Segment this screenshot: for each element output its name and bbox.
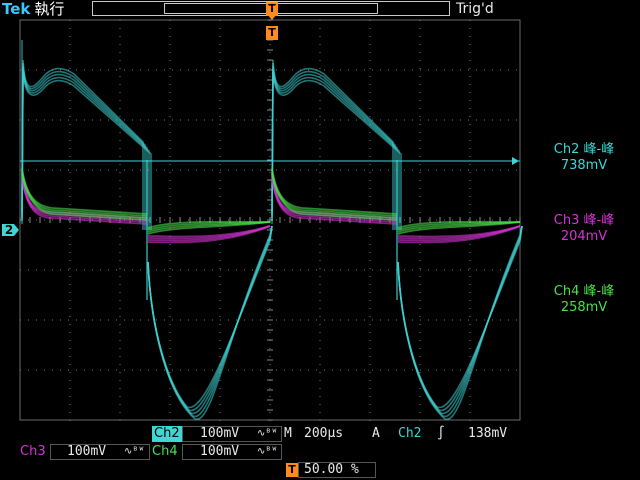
ch3-trace <box>271 173 521 240</box>
trigger-mode: A <box>372 426 380 441</box>
measurement-ch4: Ch4 峰-峰 258mV <box>528 284 640 316</box>
ch2-bw-icon: ∿ᴮᵂ <box>257 428 278 439</box>
ch3-trace <box>271 171 521 238</box>
trigger-position-value[interactable]: 50.00 % <box>304 462 359 478</box>
ch4-label[interactable]: Ch4 <box>150 444 180 460</box>
meas-ch4-value: 258mV <box>560 300 608 315</box>
timebase-label: M <box>284 426 292 441</box>
meas-ch2-label: 峰-峰 <box>583 142 615 157</box>
meas-ch3-value: 204mV <box>560 229 608 244</box>
meas-ch4-channel: Ch4 <box>553 284 580 299</box>
ch4-trace <box>271 173 521 235</box>
meas-ch4-label: 峰-峰 <box>583 284 615 299</box>
meas-ch3-label: 峰-峰 <box>583 213 615 228</box>
meas-ch2-value: 738mV <box>560 158 608 173</box>
measurement-ch3: Ch3 峰-峰 204mV <box>528 213 640 245</box>
ch3-scale[interactable]: 100mV <box>67 444 106 460</box>
waveform-traces <box>21 40 523 420</box>
trigger-level-marker <box>512 157 519 165</box>
ch4-trace <box>21 173 271 235</box>
ch3-bw-icon: ∿ᴮᵂ <box>124 446 145 457</box>
trigger-level[interactable]: 138mV <box>468 426 507 442</box>
measurement-ch2: Ch2 峰-峰 738mV <box>528 142 640 174</box>
trigger-arrow <box>267 14 277 20</box>
meas-ch2-channel: Ch2 <box>553 142 580 157</box>
ch3-trace <box>21 173 271 240</box>
ch2-scale[interactable]: 100mV <box>200 426 239 442</box>
trigger-source[interactable]: Ch2 <box>398 426 421 442</box>
ch4-bw-icon: ∿ᴮᵂ <box>257 446 278 457</box>
ch3-trace <box>21 171 271 238</box>
meas-ch3-channel: Ch3 <box>553 213 580 228</box>
timebase-value[interactable]: 200µs <box>304 426 343 442</box>
ch2-label[interactable]: Ch2 <box>152 426 182 442</box>
trigger-time-marker[interactable]: T <box>266 26 278 40</box>
trigger-slope-icon: ∫ <box>437 426 445 441</box>
trigger-position-icon: T <box>286 463 298 477</box>
ground-marker-label[interactable]: 2 <box>2 223 16 237</box>
ch3-label[interactable]: Ch3 <box>18 444 48 460</box>
ch4-scale[interactable]: 100mV <box>200 444 239 460</box>
bottom-readout: Ch2 100mV ∿ᴮᵂ M 200µs A Ch2 ∫ 138mV Ch3 … <box>0 424 640 480</box>
